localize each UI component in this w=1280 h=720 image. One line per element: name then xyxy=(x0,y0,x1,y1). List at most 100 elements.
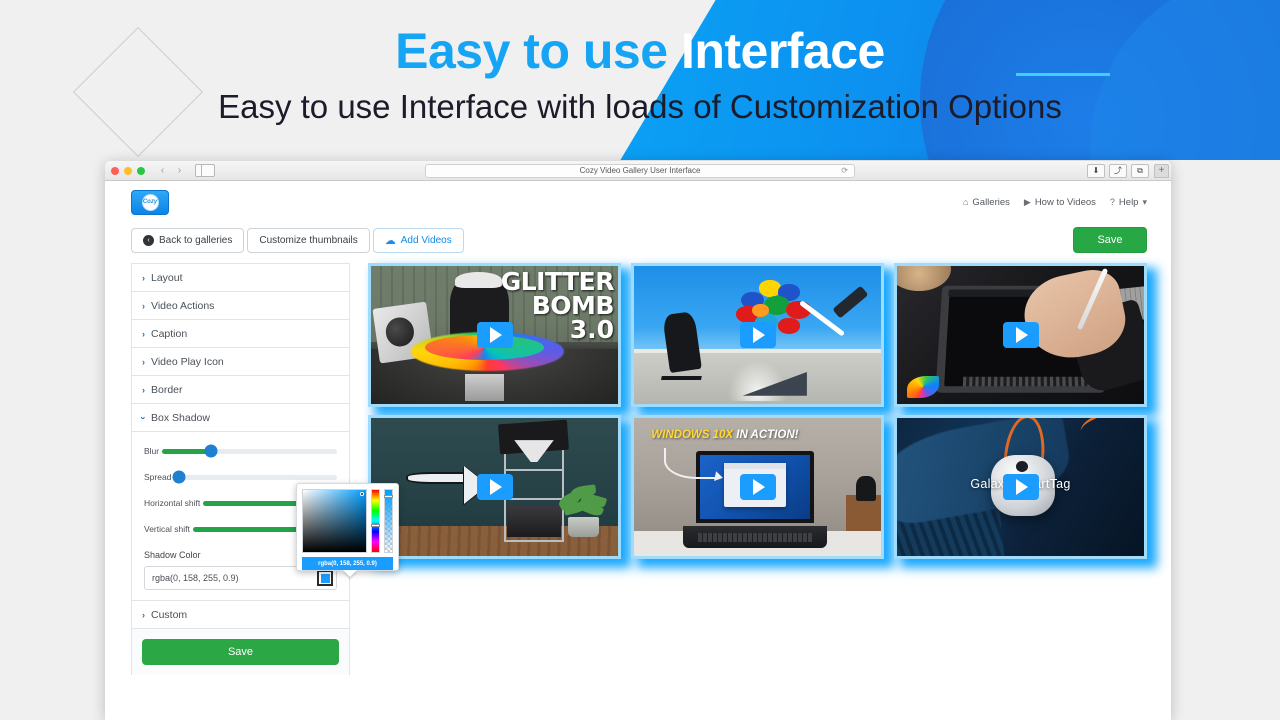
video-gallery-grid: GLITTER BOMB 3.0 xyxy=(368,263,1147,675)
back-button[interactable]: ‹ xyxy=(155,164,170,177)
minimize-window-button[interactable] xyxy=(124,167,132,175)
slider-row-blur: Blur xyxy=(144,446,337,456)
forward-button[interactable]: › xyxy=(172,164,187,177)
video-thumbnail-windows-10x[interactable]: WINDOWS 10X IN ACTION! xyxy=(631,415,884,559)
app-header: Cozy ⌂ Galleries ▶ How to Videos ? Help … xyxy=(105,181,1171,223)
slider-label-spread: Spread xyxy=(144,472,171,482)
shadow-color-swatch[interactable] xyxy=(317,570,333,586)
nav-label-help: Help xyxy=(1119,197,1139,208)
banner-title-part1: Easy to use xyxy=(395,23,667,79)
chevron-right-icon: › xyxy=(142,357,145,367)
video-camera-icon: ▶ xyxy=(1024,197,1031,208)
slider-blur[interactable] xyxy=(162,449,337,454)
sidebar-label-caption: Caption xyxy=(151,328,187,340)
sidebar-item-video-actions[interactable]: › Video Actions xyxy=(132,292,349,320)
app-logo[interactable]: Cozy xyxy=(131,190,169,215)
sidebar-item-layout[interactable]: › Layout xyxy=(132,264,349,292)
new-tab-button[interactable]: + xyxy=(1154,164,1169,178)
nav-label-how-to-videos: How to Videos xyxy=(1035,197,1096,208)
page-title-text: Cozy Video Gallery User Interface xyxy=(580,166,701,175)
play-icon[interactable] xyxy=(477,322,513,348)
play-icon[interactable] xyxy=(1003,474,1039,500)
address-bar[interactable]: Cozy Video Gallery User Interface ⟳ xyxy=(425,164,855,178)
thumbnail-title-glitter-bomb: GLITTER BOMB 3.0 xyxy=(501,270,614,341)
sidebar-item-caption[interactable]: › Caption xyxy=(132,320,349,348)
video-thumbnail-glitter-bomb[interactable]: GLITTER BOMB 3.0 xyxy=(368,263,621,407)
color-picker-value: rgba(0, 158, 255, 0.9) xyxy=(302,557,393,570)
sidebar-item-border[interactable]: › Border xyxy=(132,376,349,404)
color-picker-arrow xyxy=(343,570,357,577)
alpha-slider-handle[interactable] xyxy=(384,495,393,498)
banner-subtitle: Easy to use Interface with loads of Cust… xyxy=(0,88,1280,126)
back-arrow-circle-icon: ‹ xyxy=(143,235,154,246)
hue-slider-handle[interactable] xyxy=(371,524,380,527)
sidebar-item-custom[interactable]: › Custom xyxy=(132,601,349,629)
tabs-button[interactable]: ⧉ xyxy=(1131,164,1149,178)
video-thumbnail-galaxy-smarttag[interactable]: Galaxy SmartTag xyxy=(894,415,1147,559)
slider-label-horizontal-shift: Horizontal shift xyxy=(144,498,200,508)
shadow-color-swatch-fill xyxy=(321,574,330,583)
hue-slider[interactable] xyxy=(371,489,380,553)
slider-spread[interactable] xyxy=(174,475,337,480)
back-to-galleries-button[interactable]: ‹ Back to galleries xyxy=(131,228,244,253)
nav-item-galleries[interactable]: ⌂ Galleries xyxy=(963,197,1010,208)
settings-sidebar: › Layout › Video Actions › Caption › Vid… xyxy=(131,263,350,675)
cloud-upload-icon: ☁ xyxy=(385,234,396,247)
question-circle-icon: ? xyxy=(1110,197,1115,207)
saturation-cursor[interactable] xyxy=(360,492,364,496)
customize-thumbnails-button[interactable]: Customize thumbnails xyxy=(247,228,369,253)
sidebar-label-video-play-icon: Video Play Icon xyxy=(151,356,224,368)
nav-item-how-to-videos[interactable]: ▶ How to Videos xyxy=(1024,197,1096,208)
home-icon: ⌂ xyxy=(963,197,968,207)
sidebar-label-video-actions: Video Actions xyxy=(151,300,214,312)
color-picker-popup[interactable]: rgba(0, 158, 255, 0.9) xyxy=(296,483,399,571)
sidebar-item-video-play-icon[interactable]: › Video Play Icon xyxy=(132,348,349,376)
chevron-right-icon: › xyxy=(142,385,145,395)
save-button-top[interactable]: Save xyxy=(1073,227,1147,253)
reload-icon[interactable]: ⟳ xyxy=(841,166,848,175)
sidebar-label-box-shadow: Box Shadow xyxy=(151,412,210,424)
video-thumbnail-desk-machine[interactable] xyxy=(368,415,621,559)
action-toolbar: ‹ Back to galleries Customize thumbnails… xyxy=(105,223,1171,257)
window-controls[interactable] xyxy=(111,167,145,175)
chevron-down-icon: › xyxy=(139,416,149,419)
color-picker-controls xyxy=(302,489,393,553)
thumbnail-title-windows-10x: WINDOWS 10X IN ACTION! xyxy=(651,429,798,441)
sidebar-save-button[interactable]: Save xyxy=(142,639,339,665)
downloads-button[interactable]: ⬇ xyxy=(1087,164,1105,178)
chevron-right-icon: › xyxy=(142,273,145,283)
app-nav[interactable]: ⌂ Galleries ▶ How to Videos ? Help ▾ xyxy=(963,197,1147,208)
browser-nav-buttons[interactable]: ‹ › xyxy=(155,164,187,177)
sidebar-toggle-icon[interactable] xyxy=(195,164,215,177)
play-icon[interactable] xyxy=(1003,322,1039,348)
slider-blur-knob[interactable] xyxy=(205,445,218,458)
app-content: › Layout › Video Actions › Caption › Vid… xyxy=(105,257,1171,675)
logo-badge: Cozy xyxy=(142,194,159,211)
video-thumbnail-ipad-procreate[interactable] xyxy=(894,263,1147,407)
sidebar-save-block: Save xyxy=(132,629,349,675)
slider-label-blur: Blur xyxy=(144,446,159,456)
play-icon[interactable] xyxy=(477,474,513,500)
sidebar-item-box-shadow[interactable]: › Box Shadow xyxy=(132,404,349,432)
saturation-value-area[interactable] xyxy=(302,489,367,553)
browser-window: ‹ › Cozy Video Gallery User Interface ⟳ … xyxy=(105,161,1171,720)
browser-toolbar-buttons[interactable]: ⬇ ⤴ ⧉ xyxy=(1087,164,1149,178)
nav-item-help[interactable]: ? Help ▾ xyxy=(1110,197,1147,208)
play-icon[interactable] xyxy=(740,322,776,348)
play-icon[interactable] xyxy=(740,474,776,500)
maximize-window-button[interactable] xyxy=(137,167,145,175)
app-viewport: Cozy ⌂ Galleries ▶ How to Videos ? Help … xyxy=(105,181,1171,720)
chevron-right-icon: › xyxy=(142,329,145,339)
slider-spread-knob[interactable] xyxy=(173,471,186,484)
sidebar-label-custom: Custom xyxy=(151,609,187,621)
add-videos-button[interactable]: ☁ Add Videos xyxy=(373,228,464,253)
back-to-galleries-label: Back to galleries xyxy=(159,235,232,246)
browser-titlebar: ‹ › Cozy Video Gallery User Interface ⟳ … xyxy=(105,161,1171,181)
alpha-slider[interactable] xyxy=(384,489,393,553)
share-button[interactable]: ⤴ xyxy=(1109,164,1127,178)
customize-thumbnails-label: Customize thumbnails xyxy=(259,235,357,246)
chevron-right-icon: › xyxy=(142,610,145,620)
video-thumbnail-balloons-rocket[interactable] xyxy=(631,263,884,407)
close-window-button[interactable] xyxy=(111,167,119,175)
nav-label-galleries: Galleries xyxy=(972,197,1010,208)
